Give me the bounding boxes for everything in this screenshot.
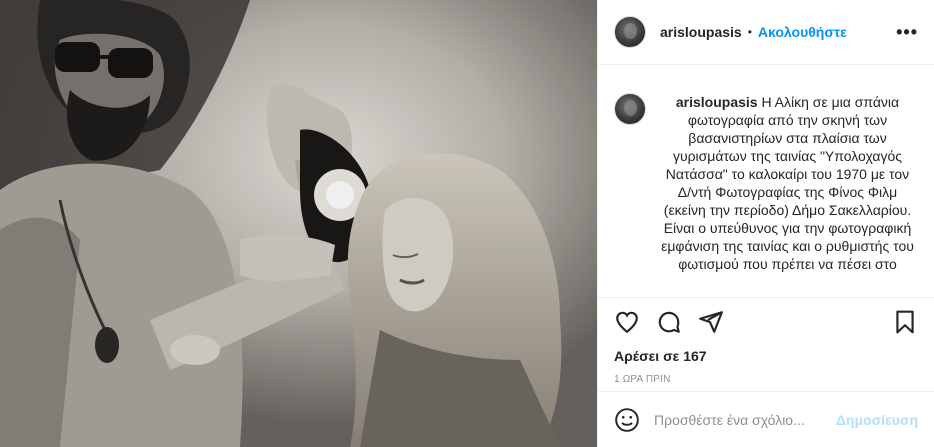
- caption-text: Η Αλίκη σε μια σπάνια φωτογραφία από την…: [661, 94, 914, 272]
- post-actions-area: Αρέσει σε 167 1 ΩΡΑ ΠΡΙΝ: [598, 297, 934, 397]
- caption-author-avatar[interactable]: [614, 93, 646, 125]
- caption-username[interactable]: arisloupasis: [676, 94, 758, 110]
- author-avatar[interactable]: [614, 16, 646, 48]
- header-separator: •: [747, 25, 752, 39]
- post-header: arisloupasis • Ακολουθήστε •••: [598, 0, 934, 65]
- comment-icon[interactable]: [656, 309, 682, 335]
- emoji-icon[interactable]: [614, 407, 640, 433]
- comments-section[interactable]: arisloupasis Η Αλίκη σε μια σπάνια φωτογ…: [598, 65, 934, 297]
- share-icon[interactable]: [698, 309, 724, 335]
- comment-input[interactable]: [654, 411, 836, 428]
- action-bar: [614, 298, 918, 346]
- post-caption: arisloupasis Η Αλίκη σε μια σπάνια φωτογ…: [660, 93, 915, 297]
- post-comment-button[interactable]: Δημοσίευση: [836, 412, 918, 428]
- vintage-photo-image: [0, 0, 597, 447]
- author-username[interactable]: arisloupasis: [660, 24, 742, 40]
- heart-icon[interactable]: [614, 309, 640, 335]
- bookmark-icon[interactable]: [892, 309, 918, 335]
- post-timestamp[interactable]: 1 ΩΡΑ ΠΡΙΝ: [614, 374, 918, 385]
- more-options-icon[interactable]: •••: [896, 23, 918, 41]
- instagram-post: arisloupasis • Ακολουθήστε ••• arisloupa…: [0, 0, 934, 447]
- post-photo[interactable]: [0, 0, 597, 447]
- post-side-panel: arisloupasis • Ακολουθήστε ••• arisloupa…: [597, 0, 934, 447]
- likes-count[interactable]: Αρέσει σε 167: [614, 348, 918, 364]
- add-comment-bar: Δημοσίευση: [598, 391, 934, 447]
- follow-button[interactable]: Ακολουθήστε: [758, 24, 847, 40]
